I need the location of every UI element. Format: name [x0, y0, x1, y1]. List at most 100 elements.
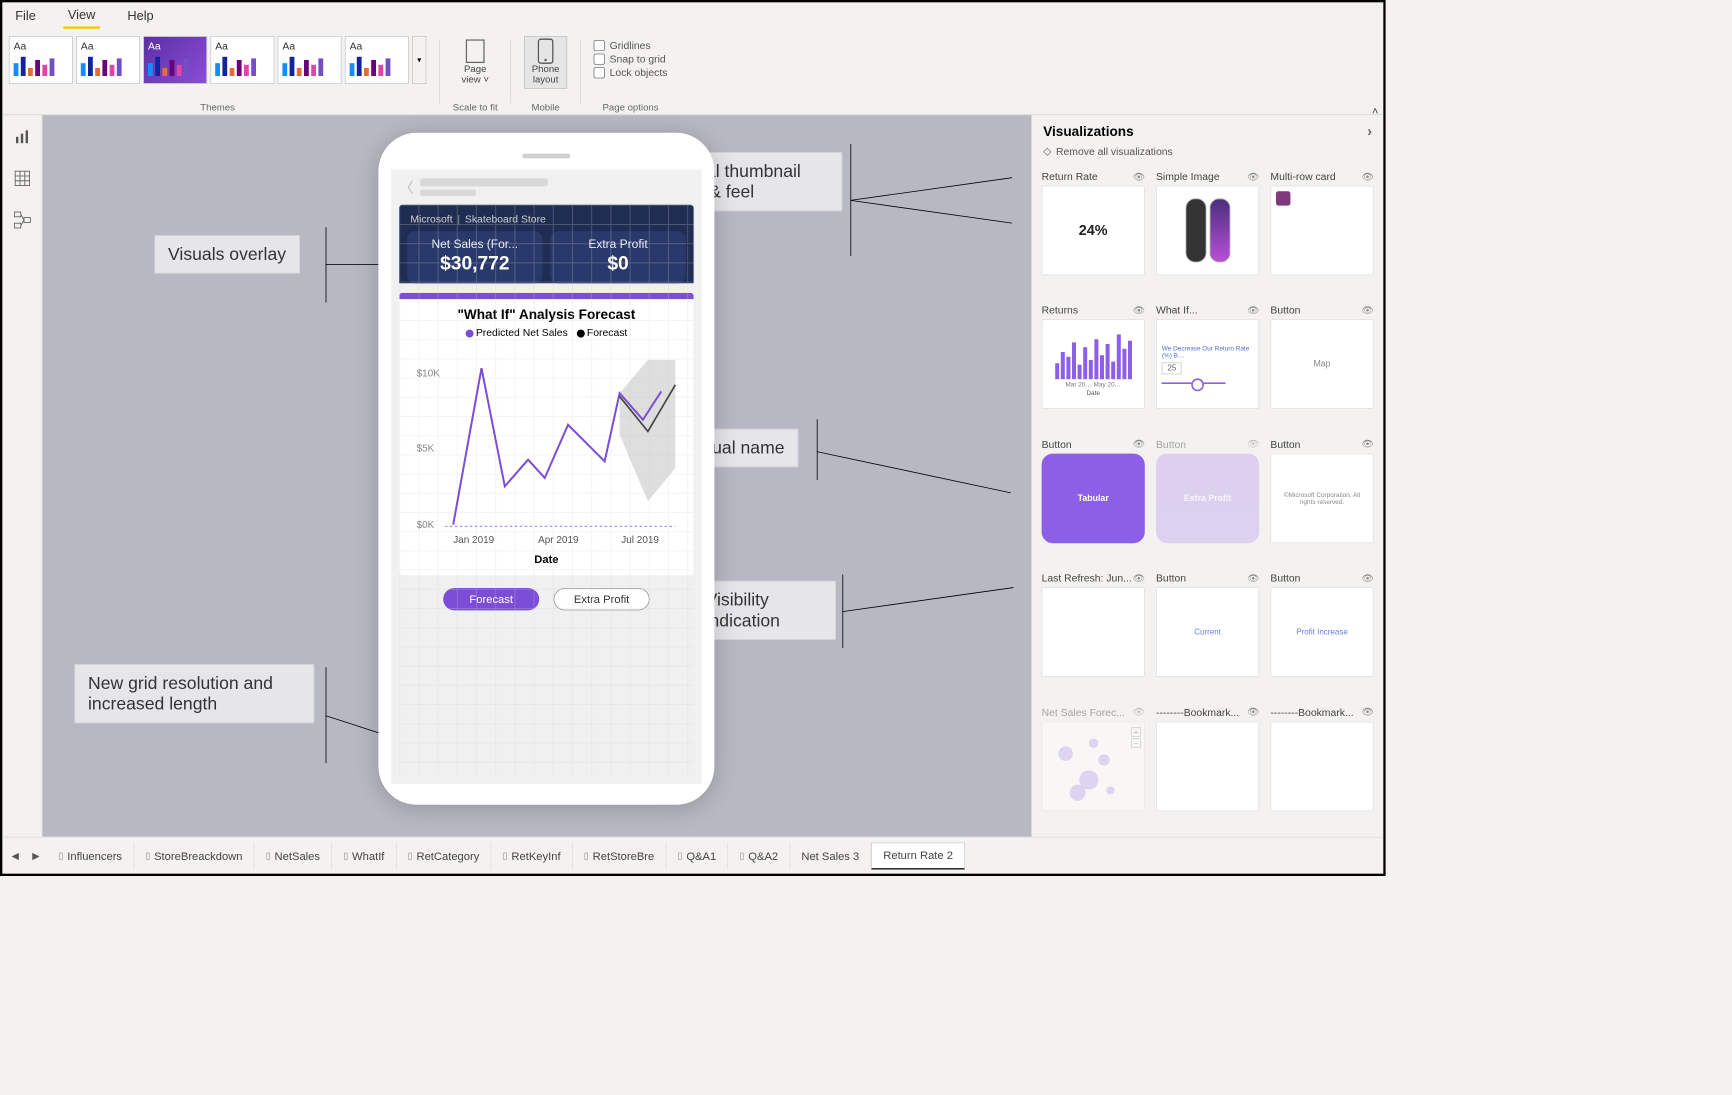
page-tab[interactable]: ▯StoreBreackdown — [134, 842, 254, 869]
eye-icon[interactable]: 👁 — [1247, 171, 1259, 182]
page-tab[interactable]: ▯Influencers — [47, 842, 134, 869]
rail-data-icon[interactable] — [12, 168, 33, 189]
theme-thumb-6[interactable]: Aa — [345, 36, 409, 84]
viz-item-9[interactable]: Last Refresh: Jun...👁 — [1042, 572, 1145, 696]
svg-text:$10K: $10K — [417, 368, 441, 379]
viz-item-7[interactable]: Button👁Extra Profit — [1156, 438, 1259, 562]
mobile-group-label: Mobile — [531, 102, 559, 115]
viz-item-4[interactable]: What If...👁We Decrease Our Return Rate (… — [1156, 304, 1259, 428]
viz-thumb[interactable] — [1270, 721, 1373, 811]
menu-view[interactable]: View — [63, 5, 100, 28]
viz-thumb[interactable]: ©Microsoft Corporation. All rights reser… — [1270, 453, 1373, 543]
viz-item-5[interactable]: Button👁Map — [1270, 304, 1373, 428]
canvas-area[interactable]: Visuals overlay New grid resolution and … — [42, 115, 1031, 837]
page-tab[interactable]: ▯Q&A2 — [728, 842, 790, 869]
eye-icon[interactable]: 👁 — [1133, 439, 1145, 450]
opt-snap[interactable]: Snap to grid — [594, 53, 668, 65]
ribbon-group-page-options: Gridlines Snap to grid Lock objects Page… — [594, 36, 668, 114]
phone-layout-label: Phone layout — [525, 64, 567, 85]
page-view-button[interactable]: Page view ˅ — [454, 36, 497, 89]
viz-item-name: Simple Image — [1156, 170, 1220, 182]
eye-icon[interactable]: 👁 — [1361, 305, 1373, 316]
back-arrow-icon[interactable]: 〈 — [399, 177, 413, 198]
callout-visuals-overlay: Visuals overlay — [154, 235, 299, 273]
page-tab[interactable]: ▯WhatIf — [332, 842, 396, 869]
page-tab[interactable]: Net Sales 3 — [790, 842, 871, 869]
page-tab[interactable]: ▯Q&A1 — [666, 842, 728, 869]
viz-thumb[interactable]: Extra Profit — [1156, 453, 1259, 543]
page-tab[interactable]: ▯NetSales — [255, 842, 333, 869]
eye-icon[interactable]: 👁 — [1361, 573, 1373, 584]
viz-item-1[interactable]: Simple Image 👁 — [1156, 170, 1259, 294]
viz-item-12[interactable]: Net Sales Forec...👁+− — [1042, 706, 1145, 830]
rail-model-icon[interactable] — [12, 210, 33, 231]
opt-lock[interactable]: Lock objects — [594, 66, 668, 78]
viz-thumb[interactable]: Current — [1156, 587, 1259, 677]
viz-item-2[interactable]: Multi-row card👁 — [1270, 170, 1373, 294]
pill-forecast[interactable]: Forecast — [443, 588, 539, 610]
viz-thumb[interactable]: Profit Increase — [1270, 587, 1373, 677]
viz-item-0[interactable]: Return Rate👁24% — [1042, 170, 1145, 294]
theme-thumb-2[interactable]: Aa — [76, 36, 140, 84]
viz-item-name: --------Bookmark... — [1156, 706, 1239, 718]
viz-item-14[interactable]: --------Bookmark...👁 — [1270, 706, 1373, 830]
eye-icon[interactable]: 👁 — [1361, 439, 1373, 450]
eye-icon[interactable]: 👁 — [1247, 305, 1259, 316]
viz-item-11[interactable]: Button 👁 Profit Increase — [1270, 572, 1373, 696]
eye-icon[interactable]: 👁 — [1133, 573, 1145, 584]
page-tab[interactable]: ▯RetStoreBre — [573, 842, 667, 869]
remove-all-visualizations[interactable]: ◇ Remove all visualizations — [1032, 143, 1383, 164]
themes-dropdown[interactable]: ▾ — [412, 36, 426, 84]
eye-icon[interactable]: 👁 — [1133, 171, 1145, 182]
viz-thumb[interactable]: 24% — [1042, 186, 1145, 276]
viz-item-3[interactable]: Returns👁Mar 20… May 20…Date — [1042, 304, 1145, 428]
viz-thumb[interactable]: We Decrease Our Return Rate (%) B…25 — [1156, 320, 1259, 410]
tabs-scroll-left[interactable]: ◀ — [6, 846, 25, 865]
viz-thumb[interactable] — [1156, 186, 1259, 276]
theme-thumb-3[interactable]: Aa — [143, 36, 207, 84]
viz-item-6[interactable]: Button👁Tabular — [1042, 438, 1145, 562]
viz-thumb[interactable]: Map — [1270, 320, 1373, 410]
tab-label: Net Sales 3 — [801, 849, 859, 862]
rail-report-icon[interactable] — [12, 126, 33, 147]
phone-layout-button[interactable]: Phone layout — [524, 36, 567, 89]
theme-thumb-1[interactable]: Aa — [9, 36, 73, 84]
viz-item-name: Button — [1270, 572, 1300, 584]
viz-thumb[interactable] — [1270, 186, 1373, 276]
eye-icon[interactable]: 👁 — [1361, 706, 1373, 717]
page-tab[interactable]: ▯RetCategory — [396, 842, 491, 869]
eye-icon[interactable]: 👁 — [1247, 573, 1259, 584]
eye-icon[interactable]: 👁 — [1133, 706, 1145, 717]
kpi-net-sales[interactable]: Net Sales (For... $30,772 — [407, 231, 542, 283]
tabs-scroll-right[interactable]: ▶ — [26, 846, 45, 865]
opt-gridlines[interactable]: Gridlines — [594, 39, 668, 51]
eye-icon[interactable]: 👁 — [1247, 706, 1259, 717]
viz-item-13[interactable]: --------Bookmark... 👁 — [1156, 706, 1259, 830]
menu-file[interactable]: File — [10, 6, 40, 27]
eraser-icon: ◇ — [1043, 145, 1051, 158]
page-tab[interactable]: Return Rate 2 — [871, 842, 965, 869]
tab-label: Influencers — [67, 849, 122, 862]
menu-help[interactable]: Help — [123, 6, 159, 27]
eye-icon[interactable]: 👁 — [1247, 439, 1259, 450]
phone-icon: ▯ — [739, 850, 744, 860]
viz-item-10[interactable]: Button👁Current — [1156, 572, 1259, 696]
tab-label: NetSales — [275, 849, 320, 862]
tab-label: WhatIf — [352, 849, 384, 862]
viz-thumb[interactable] — [1156, 721, 1259, 811]
chart-card[interactable]: "What If" Analysis Forecast Predicted Ne… — [399, 293, 693, 575]
viz-item-8[interactable]: Button👁©Microsoft Corporation. All right… — [1270, 438, 1373, 562]
page-tab[interactable]: ▯RetKeyInf — [491, 842, 572, 869]
theme-thumb-5[interactable]: Aa — [278, 36, 342, 84]
eye-icon[interactable]: 👁 — [1133, 305, 1145, 316]
theme-thumb-4[interactable]: Aa — [210, 36, 274, 84]
eye-icon[interactable]: 👁 — [1361, 171, 1373, 182]
viz-thumb[interactable]: Tabular — [1042, 453, 1145, 543]
kpi-extra-profit[interactable]: Extra Profit $0 — [550, 231, 685, 283]
viz-thumb[interactable] — [1042, 587, 1145, 677]
phone-icon: ▯ — [503, 850, 508, 860]
viz-thumb[interactable]: Mar 20… May 20…Date — [1042, 320, 1145, 410]
pill-extra-profit[interactable]: Extra Profit — [554, 588, 650, 610]
expand-icon[interactable]: › — [1367, 123, 1372, 140]
viz-thumb[interactable]: +− — [1042, 721, 1145, 811]
